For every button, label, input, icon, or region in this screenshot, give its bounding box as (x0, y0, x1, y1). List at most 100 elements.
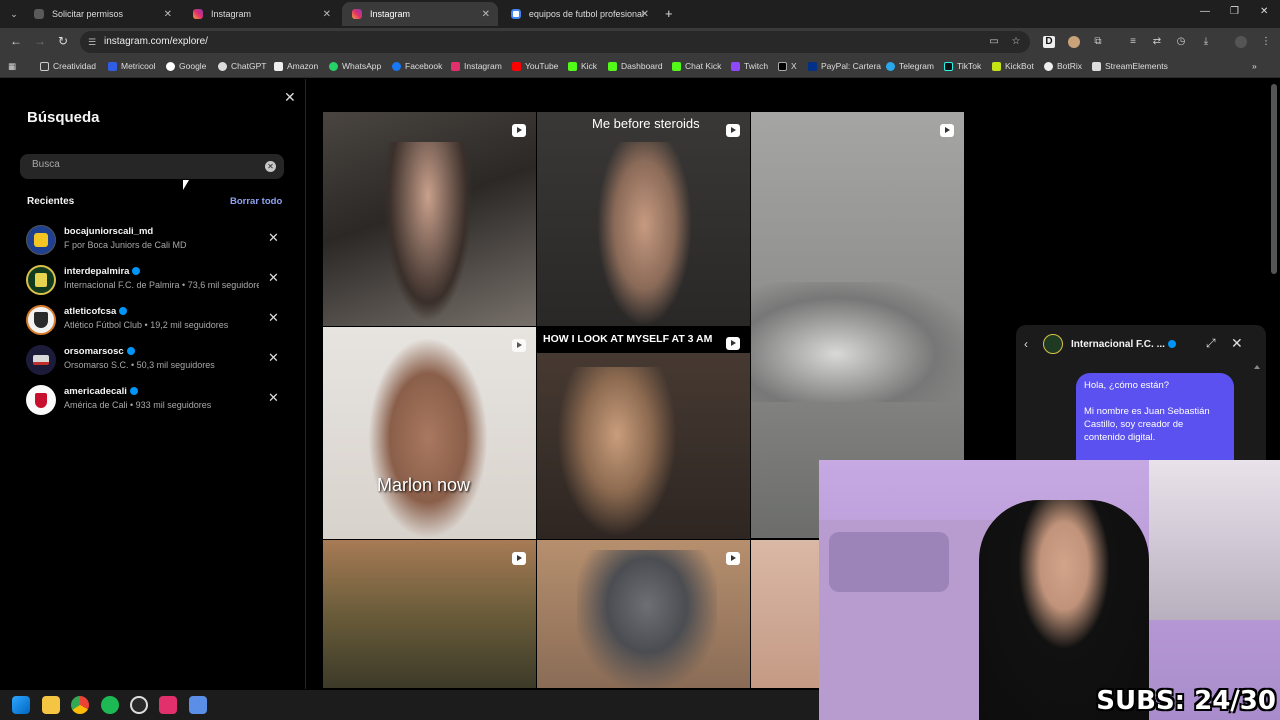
recent-item-americadecali[interactable]: americadecali América de Cali • 933 mil … (24, 383, 294, 419)
tab-search-icon[interactable]: ⌄ (6, 6, 22, 22)
close-tab-icon[interactable]: ✕ (164, 9, 172, 20)
explore-post-mirror[interactable]: HOW I LOOK AT MYSELF AT 3 AM (537, 327, 750, 539)
bookmark-metricool[interactable]: Metricool (108, 61, 155, 71)
post-image (577, 550, 717, 688)
explore-post-tattoo[interactable] (537, 540, 750, 688)
extension-d-icon[interactable]: D (1043, 36, 1055, 48)
back-icon[interactable]: ‹ (1024, 337, 1028, 351)
chat-scrollbar[interactable] (1254, 365, 1260, 465)
minimize-icon[interactable]: — (1200, 6, 1210, 17)
recent-username: atleticofcsa (64, 306, 128, 317)
explore-post-landscape[interactable] (323, 540, 536, 688)
tiktok-studio-icon[interactable] (159, 696, 177, 714)
forward-icon[interactable]: → (34, 34, 46, 48)
profile-avatar[interactable] (1235, 36, 1247, 48)
bookmark-kick[interactable]: Kick (568, 61, 597, 71)
history-icon[interactable]: ◷ (1175, 36, 1187, 48)
bookmark-dashboard[interactable]: Dashboard (608, 61, 663, 71)
download-icon[interactable]: ⤓ (1200, 36, 1212, 48)
obs-icon[interactable] (130, 696, 148, 714)
bookmark-instagram[interactable]: Instagram (451, 61, 502, 71)
bookmark-x[interactable]: X (778, 61, 797, 71)
tab-solicitar-permisos[interactable]: Solicitar permisos ✕ (24, 2, 180, 26)
search-input[interactable] (32, 159, 252, 170)
explore-post-couple[interactable] (323, 112, 536, 326)
explore-post-marlon[interactable]: Marlon now (323, 327, 536, 539)
bookmark-creatividad[interactable]: Creatividad (40, 61, 96, 71)
notepad-icon[interactable] (189, 696, 207, 714)
verified-badge-icon (129, 387, 138, 396)
paypal-icon (808, 61, 817, 71)
translate-icon[interactable]: ⇄ (1151, 36, 1163, 48)
apps-grid-icon[interactable]: ▦ (8, 61, 16, 72)
tab-instagram-1[interactable]: Instagram ✕ (183, 2, 339, 26)
back-icon[interactable]: ← (10, 34, 22, 48)
bookmark-botrix[interactable]: BotRix (1044, 61, 1082, 71)
bookmark-star-icon[interactable]: ☆ (1010, 36, 1022, 48)
tab-instagram-active[interactable]: Instagram ✕ (342, 2, 498, 26)
site-info-icon[interactable]: ☰ (88, 37, 98, 47)
close-tab-icon[interactable]: ✕ (482, 9, 490, 20)
windows-start-icon[interactable] (12, 696, 30, 714)
clear-search-icon[interactable]: ✕ (265, 161, 276, 172)
bookmark-chatgpt[interactable]: ChatGPT (218, 61, 266, 71)
browser-toolbar: ← → ↻ ☰ instagram.com/explore/ ▭ ☆ D ⧉ ≡… (0, 28, 1280, 56)
bookmark-telegram[interactable]: Telegram (886, 61, 934, 71)
remove-recent-icon[interactable]: ✕ (268, 310, 279, 326)
bookmark-whatsapp[interactable]: WhatsApp (329, 61, 381, 71)
reload-icon[interactable]: ↻ (58, 34, 68, 48)
spotify-icon[interactable] (101, 696, 119, 714)
install-app-icon[interactable]: ▭ (988, 36, 1000, 48)
bookmark-facebook[interactable]: Facebook (392, 61, 442, 71)
kick-icon (672, 61, 681, 71)
extension-cookie-icon[interactable] (1068, 36, 1080, 48)
bookmark-twitch[interactable]: Twitch (731, 61, 768, 71)
more-bookmarks-icon[interactable]: » (1252, 61, 1257, 71)
bookmark-google[interactable]: Google (166, 61, 206, 71)
recent-item-bocajuniorscali[interactable]: bocajuniorscali_md F por Boca Juniors de… (24, 223, 294, 259)
recent-subtitle: Orsomarso S.C. • 50,3 mil seguidores (64, 360, 215, 370)
restore-icon[interactable]: ❐ (1230, 6, 1239, 17)
bookmark-paypal[interactable]: PayPal: Cartera (808, 61, 881, 71)
recent-item-interdepalmira[interactable]: interdepalmira Internacional F.C. de Pal… (24, 263, 294, 299)
recent-item-orsomarsosc[interactable]: orsomarsosc Orsomarso S.C. • 50,3 mil se… (24, 343, 294, 379)
page-scrollbar[interactable] (1271, 84, 1277, 274)
tab-groups-icon[interactable]: ≡ (1127, 36, 1139, 48)
search-box[interactable]: ✕ (20, 154, 284, 179)
file-explorer-icon[interactable] (42, 696, 60, 714)
recent-item-atleticofcsa[interactable]: atleticofcsa Atlético Fútbol Club • 19,2… (24, 303, 294, 339)
bookmark-tiktok[interactable]: TikTok (944, 61, 981, 71)
extensions-icon[interactable]: ⧉ (1092, 36, 1104, 48)
address-bar[interactable]: ☰ instagram.com/explore/ (80, 31, 1030, 53)
bookmark-kickbot[interactable]: KickBot (992, 61, 1034, 71)
menu-kebab-icon[interactable]: ⋮ (1260, 36, 1272, 48)
close-tab-icon[interactable]: ✕ (323, 9, 331, 20)
window-close-icon[interactable]: ✕ (1260, 6, 1268, 17)
explore-post-face[interactable] (751, 540, 819, 688)
bookmark-streamelements[interactable]: StreamElements (1092, 61, 1168, 71)
remove-recent-icon[interactable]: ✕ (268, 270, 279, 286)
scroll-up-icon[interactable] (1254, 365, 1260, 369)
telegram-icon (886, 61, 895, 71)
clear-all-button[interactable]: Borrar todo (230, 196, 282, 207)
folder-icon (40, 61, 49, 71)
remove-recent-icon[interactable]: ✕ (268, 350, 279, 366)
bookmark-amazon[interactable]: Amazon (274, 61, 318, 71)
url-text: instagram.com/explore/ (104, 36, 208, 47)
new-tab-icon[interactable]: + (665, 6, 673, 21)
bookmark-chat-kick[interactable]: Chat Kick (672, 61, 721, 71)
instagram-icon (352, 9, 362, 19)
close-icon[interactable]: ✕ (1231, 335, 1243, 352)
remove-recent-icon[interactable]: ✕ (268, 230, 279, 246)
chrome-icon[interactable] (71, 696, 89, 714)
expand-icon[interactable]: ⤢ (1206, 336, 1216, 351)
chat-title[interactable]: Internacional F.C. ... (1071, 339, 1176, 350)
close-icon[interactable]: ✕ (284, 89, 296, 106)
verified-badge-icon (126, 347, 135, 356)
bookmark-youtube[interactable]: YouTube (512, 61, 558, 71)
dm-chat-window: ‹ Internacional F.C. ... ⤢ ✕ Hola, ¿cómo… (1016, 325, 1266, 465)
explore-post-steroids[interactable]: Me before steroids (537, 112, 750, 326)
remove-recent-icon[interactable]: ✕ (268, 390, 279, 406)
tab-google-search[interactable]: equipos de futbol profesional d ✕ (501, 2, 657, 26)
close-tab-icon[interactable]: ✕ (641, 9, 649, 20)
